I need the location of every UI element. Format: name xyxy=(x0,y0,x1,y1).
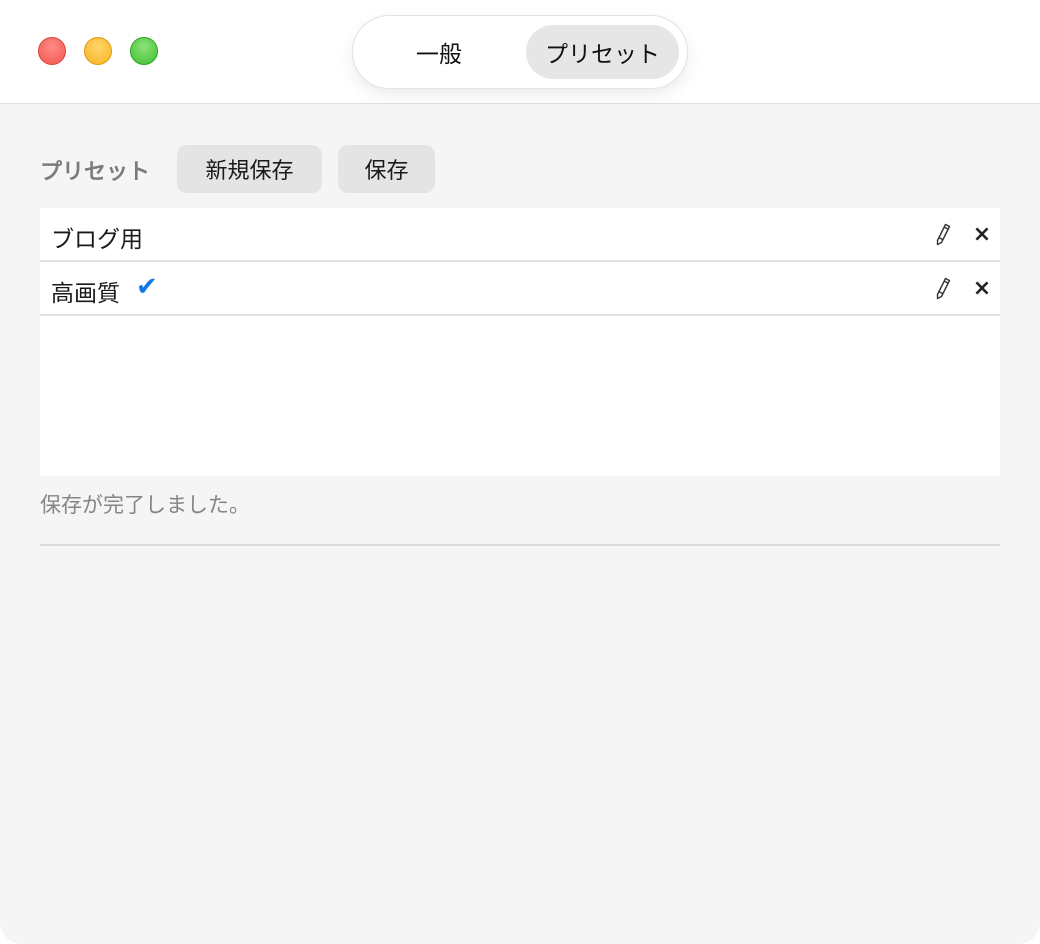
window-minimize-button[interactable] xyxy=(84,37,112,65)
window-close-button[interactable] xyxy=(38,37,66,65)
pencil-icon[interactable] xyxy=(934,276,952,300)
divider xyxy=(40,544,1000,546)
preset-list: ブログ用 × 高画質 ✔ × xyxy=(40,208,1000,476)
preset-row[interactable]: ブログ用 × xyxy=(40,208,1000,262)
checkmark-icon: ✔ xyxy=(136,272,158,302)
tab-general[interactable]: 一般 xyxy=(383,25,495,79)
presets-section-label: プリセット xyxy=(40,160,151,185)
window-zoom-button[interactable] xyxy=(130,37,158,65)
delete-icon[interactable]: × xyxy=(972,277,992,301)
pencil-icon[interactable] xyxy=(934,222,952,246)
status-message: 保存が完了しました。 xyxy=(40,493,250,517)
tab-presets[interactable]: プリセット xyxy=(526,25,679,79)
title-bar: 一般 プリセット xyxy=(0,0,1040,104)
preset-name: ブログ用 xyxy=(51,227,143,253)
save-button[interactable]: 保存 xyxy=(338,145,435,193)
new-save-button[interactable]: 新規保存 xyxy=(177,145,322,193)
tab-segmented-control: 一般 プリセット xyxy=(352,15,688,89)
preset-row[interactable]: 高画質 ✔ × xyxy=(40,262,1000,316)
preset-name: 高画質 xyxy=(51,281,120,307)
delete-icon[interactable]: × xyxy=(972,223,992,247)
preferences-window: 一般 プリセット プリセット 新規保存 保存 ブログ用 × 高画質 ✔ × 保存… xyxy=(0,0,1040,944)
